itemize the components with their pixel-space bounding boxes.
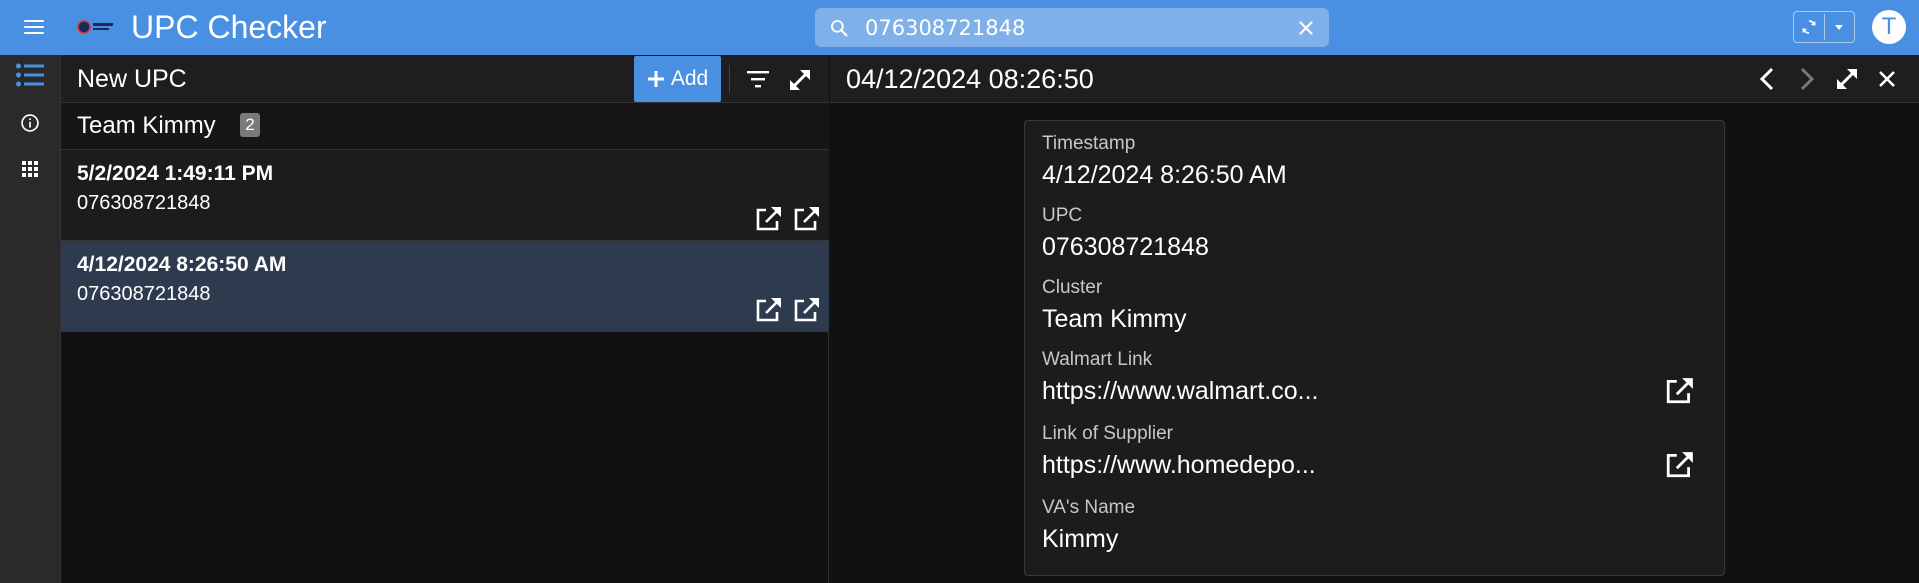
add-button[interactable]: Add <box>634 56 721 102</box>
open-in-new-icon[interactable] <box>1665 377 1695 405</box>
close-icon[interactable] <box>1876 68 1898 90</box>
rail-item-apps[interactable] <box>0 149 60 189</box>
open-in-new-icon[interactable] <box>793 206 821 232</box>
list-pane: New UPC Add Team Kimmy 2 5/2/2024 1:49:1… <box>61 55 829 583</box>
open-in-new-icon[interactable] <box>755 206 783 232</box>
app-title: UPC Checker <box>131 9 327 45</box>
search-icon <box>831 20 848 37</box>
list-item-timestamp: 5/2/2024 1:49:11 PM <box>77 162 274 185</box>
add-button-label: Add <box>670 67 709 90</box>
field-label-upc: UPC <box>1042 205 1083 226</box>
field-value-cluster: Team Kimmy <box>1042 305 1187 333</box>
field-label-walmart-link: Walmart Link <box>1042 349 1153 370</box>
group-title: Team Kimmy <box>77 112 216 139</box>
field-value-upc: 076308721848 <box>1042 233 1209 261</box>
field-value-timestamp: 4/12/2024 8:26:50 AM <box>1042 161 1287 189</box>
search-box[interactable] <box>815 8 1329 47</box>
field-label-va-name: VA's Name <box>1042 497 1136 518</box>
field-value-va-name: Kimmy <box>1042 525 1119 553</box>
detail-header: 04/12/2024 08:26:50 <box>830 55 1919 103</box>
apps-grid-icon <box>22 161 38 177</box>
search-input[interactable] <box>865 12 1275 43</box>
detail-card: Timestamp 4/12/2024 8:26:50 AM UPC 07630… <box>1024 120 1725 576</box>
list-icon <box>16 63 44 87</box>
expand-icon[interactable] <box>787 67 813 93</box>
sync-icon[interactable] <box>1800 18 1818 36</box>
field-label-timestamp: Timestamp <box>1042 133 1136 154</box>
user-avatar[interactable]: T <box>1872 10 1906 44</box>
field-label-supplier-link: Link of Supplier <box>1042 423 1173 444</box>
field-value-walmart-link[interactable]: https://www.walmart.co... <box>1042 377 1318 406</box>
header-divider <box>729 65 730 93</box>
info-icon <box>21 114 39 132</box>
list-item-upc: 076308721848 <box>77 192 211 214</box>
hamburger-menu-icon[interactable] <box>22 16 46 38</box>
expand-icon[interactable] <box>1834 66 1860 92</box>
top-app-bar: UPC Checker T <box>0 0 1919 55</box>
detail-pane: 04/12/2024 08:26:50 Timestamp 4/12/2024 … <box>830 55 1919 583</box>
close-icon[interactable] <box>1295 17 1317 39</box>
plus-icon <box>647 71 664 87</box>
field-label-cluster: Cluster <box>1042 277 1103 298</box>
list-item-upc: 076308721848 <box>77 283 211 305</box>
group-header[interactable]: Team Kimmy 2 <box>61 103 829 150</box>
rail-item-list[interactable] <box>0 55 60 95</box>
open-in-new-icon[interactable] <box>793 297 821 323</box>
group-count-badge: 2 <box>240 113 260 137</box>
list-item-selected[interactable]: 4/12/2024 8:26:50 AM 076308721848 <box>61 241 829 332</box>
caret-down-icon[interactable] <box>1832 22 1846 32</box>
nav-rail <box>0 55 61 583</box>
list-item[interactable]: 5/2/2024 1:49:11 PM 076308721848 <box>61 150 829 241</box>
list-title: New UPC <box>77 65 187 93</box>
open-in-new-icon[interactable] <box>755 297 783 323</box>
list-item-timestamp: 4/12/2024 8:26:50 AM <box>77 253 287 276</box>
field-value-supplier-link[interactable]: https://www.homedepo... <box>1042 451 1316 480</box>
chevron-left-icon[interactable] <box>1755 66 1781 92</box>
chevron-right-icon[interactable] <box>1793 66 1819 92</box>
filter-icon[interactable] <box>746 68 770 90</box>
sync-split-button[interactable] <box>1793 11 1855 43</box>
list-header: New UPC Add <box>61 55 829 103</box>
rail-item-info[interactable] <box>0 103 60 143</box>
app-logo <box>77 20 113 34</box>
open-in-new-icon[interactable] <box>1665 451 1695 479</box>
detail-title: 04/12/2024 08:26:50 <box>846 64 1094 94</box>
